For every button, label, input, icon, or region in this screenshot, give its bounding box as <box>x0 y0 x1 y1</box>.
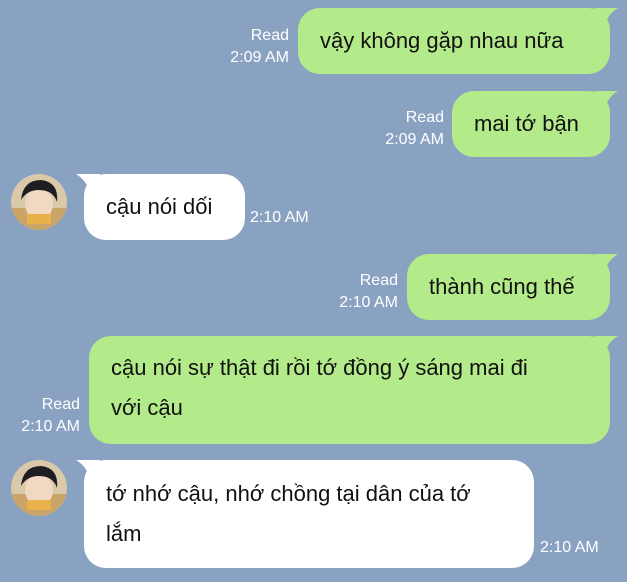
message-text: vậy không gặp nhau nữa <box>320 28 564 53</box>
bubble-tail-icon <box>594 91 618 109</box>
message-text-line-1: tớ nhớ cậu, nhớ chồng tại dân của tớ <box>106 481 471 506</box>
message-time: 2:10 AM <box>339 294 398 311</box>
message-time: 2:10 AM <box>540 539 599 556</box>
message-bubble-outgoing[interactable]: cậu nói sự thật đi rồi tớ đồng ý sáng ma… <box>89 336 618 444</box>
chat-thread: Read 2:09 AM vậy không gặp nhau nữa Read… <box>0 0 627 582</box>
message-meta: Read 2:09 AM <box>205 25 289 69</box>
message-meta: Read 2:09 AM <box>360 107 444 151</box>
message-text-line-1: cậu nói sự thật đi rồi tớ đồng ý sáng ma… <box>111 355 528 380</box>
message-text: mai tớ bận <box>474 111 579 136</box>
bubble-tail-icon <box>594 336 618 354</box>
message-bubble-outgoing[interactable]: mai tớ bận <box>452 91 618 157</box>
message-bubble-incoming[interactable]: cậu nói dối <box>76 174 245 240</box>
message-time: 2:09 AM <box>385 131 444 148</box>
message-meta: Read 2:10 AM <box>314 270 398 314</box>
message-bubble-incoming[interactable]: tớ nhớ cậu, nhớ chồng tại dân của tớ lắm <box>76 460 534 568</box>
avatar-icon <box>11 174 67 230</box>
bubble-tail-icon <box>594 254 618 272</box>
bubble-tail-icon <box>76 460 100 478</box>
message-meta: Read 2:10 AM <box>0 394 80 438</box>
bubble-tail-icon <box>76 174 100 192</box>
contact-avatar[interactable] <box>11 460 67 516</box>
message-text: cậu nói dối <box>106 194 213 219</box>
message-text-line-2: với cậu <box>111 395 183 420</box>
read-status: Read <box>250 27 289 44</box>
message-bubble-outgoing[interactable]: vậy không gặp nhau nữa <box>298 8 618 74</box>
message-time: 2:10 AM <box>250 209 309 226</box>
bubble-tail-icon <box>594 8 618 26</box>
message-time: 2:09 AM <box>230 49 289 66</box>
read-status: Read <box>405 109 444 126</box>
read-status: Read <box>359 272 398 289</box>
message-text: thành cũng thế <box>429 274 575 299</box>
message-text-line-2: lắm <box>106 521 142 546</box>
message-meta: 2:10 AM <box>250 207 330 229</box>
message-meta: 2:10 AM <box>540 537 620 559</box>
avatar-icon <box>11 460 67 516</box>
message-bubble-outgoing[interactable]: thành cũng thế <box>407 254 618 320</box>
message-time: 2:10 AM <box>21 418 80 435</box>
contact-avatar[interactable] <box>11 174 67 230</box>
read-status: Read <box>41 396 80 413</box>
